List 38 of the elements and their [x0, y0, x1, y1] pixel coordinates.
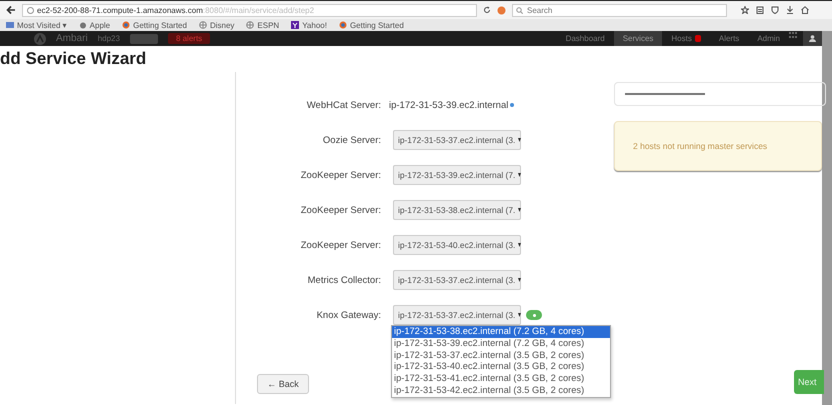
- address-bar[interactable]: ec2-52-200-88-71.compute-1.amazonaws.com:8080/#/main/service/add/step2: [22, 4, 477, 16]
- field-label: Oozie Server:: [322, 134, 382, 146]
- dropdown-option[interactable]: ip-172-31-53-42.ec2.internal (3.5 GB, 2 cores): [392, 384, 610, 397]
- host-select[interactable]: ip-172-31-53-40.ec2.internal (3.: [393, 235, 521, 255]
- bookmark-link[interactable]: Getting Started: [350, 20, 404, 30]
- nav-tab[interactable]: Services: [614, 31, 662, 46]
- host-select[interactable]: ip-172-31-53-39.ec2.internal (7.: [393, 165, 521, 185]
- bookmark-link[interactable]: Most Visited ▾: [17, 20, 67, 30]
- bookmark-link[interactable]: Apple: [90, 20, 110, 30]
- bookmark-link[interactable]: Yahoo!: [302, 20, 327, 30]
- nav-tab[interactable]: Admin: [748, 31, 789, 46]
- host-select[interactable]: ip-172-31-53-37.ec2.internal (3.: [393, 270, 521, 290]
- brand-name: Ambari: [56, 33, 88, 44]
- field-label: Knox Gateway:: [316, 310, 382, 320]
- dropdown-option[interactable]: ip-172-31-53-37.ec2.internal (3.5 GB, 2 cores): [392, 350, 610, 362]
- page-title: dd Service Wizard: [0, 48, 148, 70]
- dropdown-option[interactable]: ip-172-31-53-40.ec2.internal (3.5 GB, 2 cores): [392, 361, 610, 374]
- nav-tab[interactable]: Hosts: [662, 31, 710, 46]
- nav-tab[interactable]: Dashboard: [556, 31, 614, 46]
- field-label: ZooKeeper Server:: [300, 240, 382, 250]
- bookmark-link[interactable]: Disney: [210, 20, 234, 30]
- dropdown-option[interactable]: ip-172-31-53-41.ec2.internal (3.5 GB, 2 cores): [392, 373, 610, 385]
- nav-tab[interactable]: Alerts: [710, 31, 748, 46]
- bookmark-link[interactable]: Getting Started: [133, 20, 187, 30]
- field-label: ZooKeeper Server:: [300, 204, 382, 216]
- field-label: ZooKeeper Server:: [300, 170, 382, 180]
- url-text: ec2-52-200-88-71.compute-1.amazonaws.com:8080/#/main/service/add/step2: [37, 6, 314, 14]
- bookmark-link[interactable]: ESPN: [257, 20, 280, 30]
- dropdown-option[interactable]: ip-172-31-53-38.ec2.internal (7.2 GB, 4 cores): [392, 326, 610, 338]
- host-select[interactable]: ip-172-31-53-37.ec2.internal (3.: [393, 130, 521, 150]
- search-field[interactable]: Search: [512, 4, 727, 16]
- host-select[interactable]: ip-172-31-53-37.ec2.internal (3.: [393, 305, 521, 325]
- field-label: Metrics Collector:: [306, 274, 382, 286]
- field-value: ip-172-31-53-39.ec2.internal: [389, 100, 508, 110]
- back-button[interactable]: ← Back: [257, 374, 309, 394]
- dropdown-option[interactable]: ip-172-31-53-39.ec2.internal (7.2 GB, 4 cores): [392, 338, 610, 350]
- host-select[interactable]: ip-172-31-53-38.ec2.internal (7.: [393, 200, 521, 220]
- warning-alert: 2 hosts not running master services: [614, 121, 822, 171]
